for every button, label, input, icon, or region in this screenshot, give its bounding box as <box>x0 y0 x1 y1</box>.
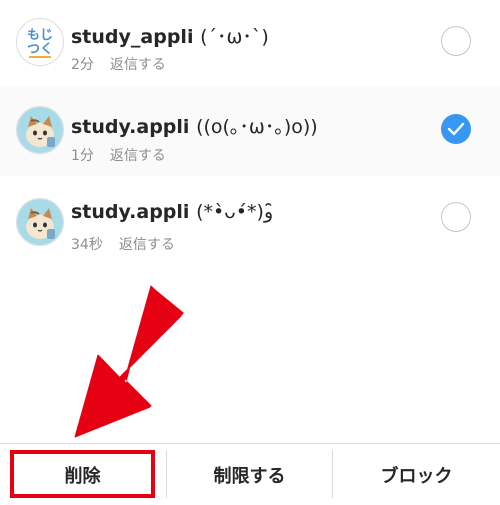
timestamp: 2分 <box>71 57 94 73</box>
comment-meta: 1分 返信する <box>71 145 166 165</box>
comment-username-line: study_appli (´･ω･`) <box>71 22 269 49</box>
avatar[interactable]: もじ つく <box>16 18 64 66</box>
select-radio[interactable] <box>441 26 471 56</box>
reply-link[interactable]: 返信する <box>119 237 175 253</box>
select-radio-checked[interactable] <box>441 114 471 144</box>
cat-avatar-icon <box>17 199 63 245</box>
restrict-button[interactable]: 制限する <box>167 444 332 505</box>
logo-text-line2: つく <box>27 42 53 57</box>
comment-text: (*•̀ᴗ•́*)و ̑̑ <box>196 201 280 223</box>
comment-row[interactable]: study.appli (*•̀ᴗ•́*)و ̑̑ 34秒 返信する <box>0 176 500 266</box>
comment-text: (´･ω･`) <box>200 26 269 48</box>
delete-highlight-box <box>10 450 155 498</box>
logo-text-line1: もじ <box>27 28 53 43</box>
select-radio[interactable] <box>441 202 471 232</box>
avatar[interactable] <box>16 106 64 154</box>
comment-text: ((o(｡･ω･｡)o)) <box>196 116 318 138</box>
username[interactable]: study.appli <box>71 116 189 138</box>
username[interactable]: study.appli <box>71 201 189 223</box>
reply-link[interactable]: 返信する <box>110 57 166 73</box>
reply-link[interactable]: 返信する <box>110 148 166 164</box>
timestamp: 1分 <box>71 148 94 164</box>
cat-avatar-icon <box>17 107 63 153</box>
comment-meta: 34秒 返信する <box>71 234 175 254</box>
timestamp: 34秒 <box>71 237 103 253</box>
comment-meta: 2分 返信する <box>71 54 166 74</box>
avatar[interactable] <box>16 198 64 246</box>
comment-row[interactable]: study.appli ((o(｡･ω･｡)o)) 1分 返信する <box>0 86 500 176</box>
comment-row[interactable]: もじ つく study_appli (´･ω･`) 2分 返信する <box>0 0 500 90</box>
checkmark-icon <box>447 122 465 136</box>
block-button[interactable]: ブロック <box>333 444 500 505</box>
username[interactable]: study_appli <box>71 26 193 48</box>
comment-username-line: study.appli (*•̀ᴗ•́*)و ̑̑ <box>71 201 279 223</box>
comment-username-line: study.appli ((o(｡･ω･｡)o)) <box>71 112 318 139</box>
